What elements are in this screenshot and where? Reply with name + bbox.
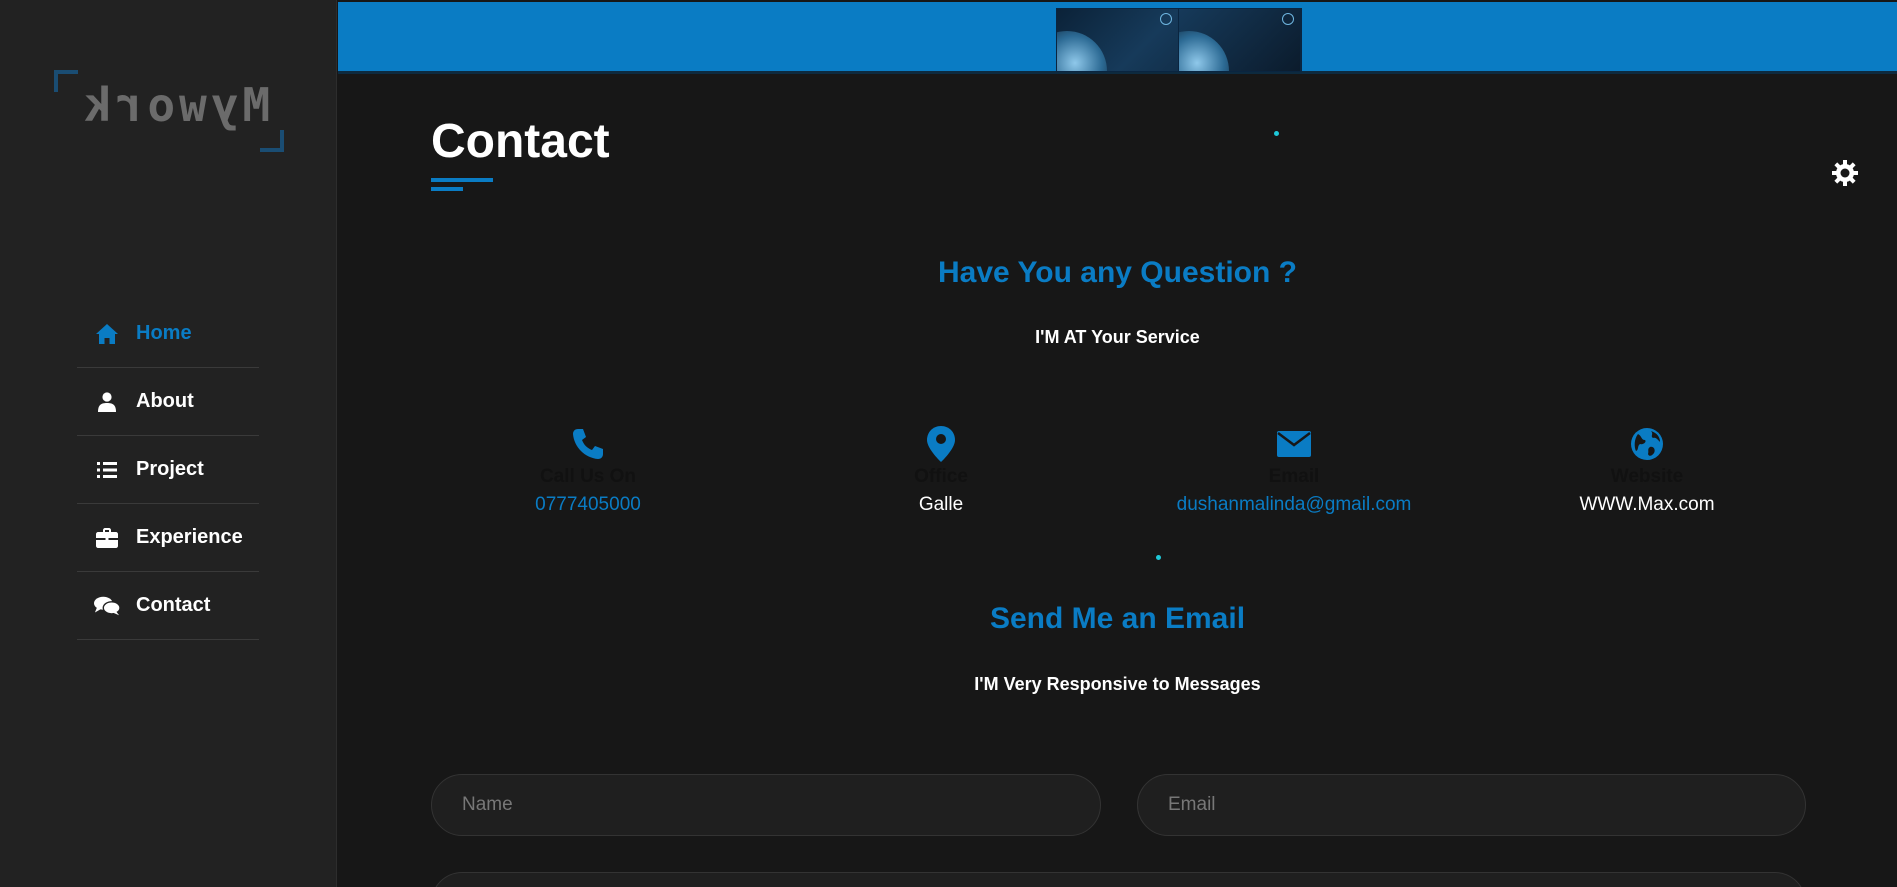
contact-info-website: Website WWW.Max.com xyxy=(1497,424,1797,516)
nav-item-experience[interactable]: Experience xyxy=(77,504,259,572)
nav-item-home[interactable]: Home xyxy=(77,300,259,368)
page-title: Contact xyxy=(431,115,610,168)
banner-image xyxy=(1056,8,1302,72)
main-content: Contact Have You any Question ? I'M AT Y… xyxy=(338,74,1897,887)
top-banner xyxy=(338,2,1897,74)
map-marker-icon xyxy=(921,424,961,464)
contact-info-title: Email xyxy=(1268,466,1320,487)
user-icon xyxy=(94,391,120,413)
nav-item-label: About xyxy=(136,390,194,412)
logo-corner-top-left xyxy=(54,70,78,92)
globe-icon xyxy=(1627,424,1667,464)
email-link[interactable]: dushanmalinda@gmail.com xyxy=(1144,494,1444,516)
contact-info-title: Website xyxy=(1610,466,1684,487)
logo-text: Mywork xyxy=(80,78,271,132)
nav-item-label: Project xyxy=(136,458,204,480)
briefcase-icon xyxy=(94,527,120,549)
nav-item-label: Experience xyxy=(136,526,243,548)
contact-info-title: Call Us On xyxy=(539,466,637,487)
message-textarea[interactable] xyxy=(431,872,1806,887)
nav-item-about[interactable]: About xyxy=(77,368,259,436)
question-heading: Have You any Question ? xyxy=(938,256,1297,289)
particle-dot xyxy=(1274,131,1279,136)
list-icon xyxy=(94,459,120,481)
sidebar: Mywork Home About Project Experience Con… xyxy=(0,0,337,887)
particle-dot xyxy=(1156,555,1161,560)
sidebar-nav: Home About Project Experience Contact xyxy=(77,300,259,640)
contact-info-email: Email dushanmalinda@gmail.com xyxy=(1144,424,1444,516)
office-value: Galle xyxy=(918,494,964,515)
email-input[interactable] xyxy=(1137,774,1806,836)
envelope-icon xyxy=(1274,424,1314,464)
title-underline xyxy=(431,178,493,182)
home-icon xyxy=(94,323,120,345)
email-section-heading: Send Me an Email xyxy=(989,602,1246,635)
gear-icon[interactable] xyxy=(1830,158,1860,188)
name-input[interactable] xyxy=(431,774,1101,836)
nav-item-label: Home xyxy=(136,322,192,344)
contact-info-office: Office Galle xyxy=(791,424,1091,516)
question-subheading: I'M AT Your Service xyxy=(1035,327,1200,347)
nav-item-label: Contact xyxy=(136,594,211,616)
website-value: WWW.Max.com xyxy=(1579,494,1715,515)
logo-corner-bottom-right xyxy=(260,130,284,152)
title-underline-short xyxy=(431,187,463,191)
comments-icon xyxy=(94,595,120,617)
nav-item-project[interactable]: Project xyxy=(77,436,259,504)
contact-info-phone: Call Us On 0777405000 xyxy=(438,424,738,516)
phone-icon xyxy=(568,424,608,464)
email-section-subheading: I'M Very Responsive to Messages xyxy=(974,674,1261,694)
nav-item-contact[interactable]: Contact xyxy=(77,572,259,640)
phone-link[interactable]: 0777405000 xyxy=(438,494,738,516)
contact-info-title: Office xyxy=(914,466,968,487)
logo[interactable]: Mywork xyxy=(54,70,284,152)
